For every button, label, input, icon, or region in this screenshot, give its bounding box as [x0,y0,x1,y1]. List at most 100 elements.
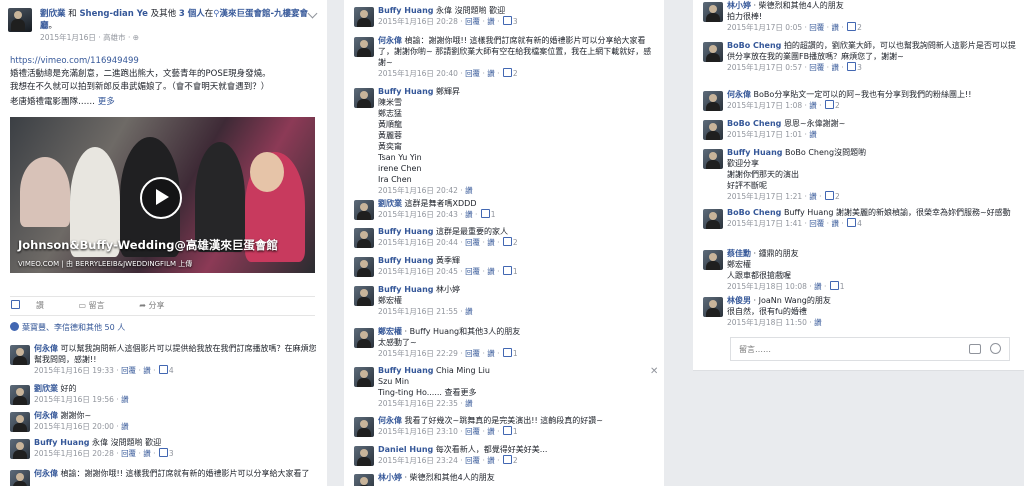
comment-time[interactable]: 2015年1月16日 23:24 [378,456,458,465]
comment-time[interactable]: 2015年1月18日 11:50 [727,318,807,327]
commenter-avatar[interactable] [703,2,723,22]
comment-time[interactable]: 2015年1月18日 10:08 [727,282,807,291]
commenter-avatar[interactable] [354,200,374,220]
like-link[interactable]: 讚 [831,23,839,32]
post-link[interactable]: https://vimeo.com/116949499 [10,55,315,68]
with-name[interactable]: Sheng-dian Ye [79,9,148,19]
reply-link[interactable]: 讚 [465,210,473,219]
commenter-avatar[interactable] [10,412,30,432]
commenter-avatar[interactable] [10,439,30,459]
commenter-avatar[interactable] [703,297,723,317]
reply-link[interactable]: 讚 [814,318,822,327]
commenter-avatar[interactable] [703,91,723,111]
comment-time[interactable]: 2015年1月16日 20:00 [34,422,114,431]
commenter-name[interactable]: 林小婷 [727,1,751,10]
commenter-avatar[interactable] [703,120,723,140]
others-link[interactable]: 3 個人 [179,9,205,19]
commenter-avatar[interactable] [354,88,374,108]
like-link[interactable]: 讚 [831,219,839,228]
comment-time[interactable]: 2015年1月16日 22:35 [378,399,458,408]
commenter-avatar[interactable] [354,7,374,27]
like-link[interactable]: 讚 [465,186,473,195]
commenter-name[interactable]: Buffy Huang [378,285,433,294]
commenter-name[interactable]: BoBo Cheng [727,119,781,128]
commenter-avatar[interactable] [703,250,723,270]
commenter-name[interactable]: Buffy Huang [378,87,433,96]
like-link[interactable]: 讚 [143,366,151,375]
comment-time[interactable]: 2015年1月17日 1:01 [727,130,802,139]
reply-link[interactable]: 回覆 [809,23,824,32]
reply-link[interactable]: 回覆 [809,63,824,72]
commenter-name[interactable]: 林俊男 [727,296,751,305]
commenter-name[interactable]: BoBo Cheng [727,208,781,217]
commenter-avatar[interactable] [354,257,374,277]
video-title[interactable]: Johnson&Buffy-Wedding@高雄漢來巨蛋會館 [18,237,278,253]
reply-link[interactable]: 回覆 [121,366,136,375]
post-location[interactable]: 高雄市 [103,33,126,42]
comment-time[interactable]: 2015年1月16日 19:33 [34,366,114,375]
comment-time[interactable]: 2015年1月16日 20:45 [378,267,458,276]
like-link[interactable]: 讚 [465,307,473,316]
like-link[interactable]: 讚 [143,449,151,458]
commenter-name[interactable]: 劉欣業 [378,199,402,208]
like-link[interactable]: 讚 [487,427,495,436]
reply-link[interactable]: 回覆 [465,349,480,358]
commenter-name[interactable]: 何永偉 [378,416,402,425]
likes-summary[interactable]: 葉寶豐、李信德和其他 50 人 [10,322,125,333]
commenter-avatar[interactable] [354,417,374,437]
reply-input[interactable] [737,344,961,355]
commenter-name[interactable]: 鄭宏權 [378,327,402,336]
commenter-name[interactable]: 蔡佳勳 [727,249,751,258]
author-avatar[interactable] [8,8,32,32]
like-link[interactable]: 讚 [487,69,495,78]
commenter-avatar[interactable] [10,345,30,365]
commenter-name[interactable]: Buffy Huang [34,438,89,447]
commenter-avatar[interactable] [354,446,374,466]
post-date[interactable]: 2015年1月16日 [40,33,96,42]
reply-link[interactable]: 回覆 [809,219,824,228]
commenter-name[interactable]: Daniel Hung [378,445,433,454]
reply-link[interactable]: 讚 [814,282,822,291]
comment-time[interactable]: 2015年1月16日 22:29 [378,349,458,358]
comment-time[interactable]: 2015年1月16日 23:10 [378,427,458,436]
like-button[interactable]: 讚 [10,297,60,315]
like-link[interactable]: 讚 [487,238,495,247]
comment-time[interactable]: 2015年1月16日 20:43 [378,210,458,219]
reply-box[interactable] [730,337,1010,361]
commenter-avatar[interactable] [354,286,374,306]
like-link[interactable]: 讚 [465,399,473,408]
like-link[interactable]: 讚 [487,349,495,358]
commenter-avatar[interactable] [354,228,374,248]
like-link[interactable]: 讚 [121,422,129,431]
reply-link[interactable]: 回覆 [465,69,480,78]
commenter-avatar[interactable] [703,42,723,62]
commenter-name[interactable]: BoBo Cheng [727,41,781,50]
commenter-avatar[interactable] [10,385,30,405]
commenter-avatar[interactable] [354,37,374,57]
commenter-name[interactable]: Buffy Huang [727,148,782,157]
see-more-link[interactable]: 更多 [98,97,115,107]
comment-button[interactable]: ▭ 留言 [79,297,121,315]
play-icon[interactable] [140,177,182,219]
commenter-name[interactable]: Buffy Huang [378,256,433,265]
reply-link[interactable]: 回覆 [465,238,480,247]
author-name[interactable]: 劉欣業 [40,9,66,19]
comment-time[interactable]: 2015年1月17日 1:41 [727,219,802,228]
reply-link[interactable]: 讚 [809,192,817,201]
commenter-name[interactable]: Buffy Huang [378,6,433,15]
commenter-avatar[interactable] [354,328,374,348]
comment-time[interactable]: 2015年1月17日 0:57 [727,63,802,72]
comment-time[interactable]: 2015年1月17日 1:21 [727,192,802,201]
comment-time[interactable]: 2015年1月16日 20:44 [378,238,458,247]
reply-link[interactable]: 回覆 [121,449,136,458]
commenter-name[interactable]: 劉欣業 [34,384,58,393]
commenter-name[interactable]: 何永偉 [34,411,58,420]
comment-time[interactable]: 2015年1月16日 20:40 [378,69,458,78]
commenter-name[interactable]: 何永偉 [34,344,58,353]
like-link[interactable]: 讚 [487,17,495,26]
like-link[interactable]: 讚 [487,456,495,465]
share-button[interactable]: ➦ 分享 [139,297,180,315]
commenter-name[interactable]: Buffy Huang [378,366,433,375]
commenter-avatar[interactable] [10,470,30,486]
commenter-name[interactable]: Buffy Huang [378,227,433,236]
